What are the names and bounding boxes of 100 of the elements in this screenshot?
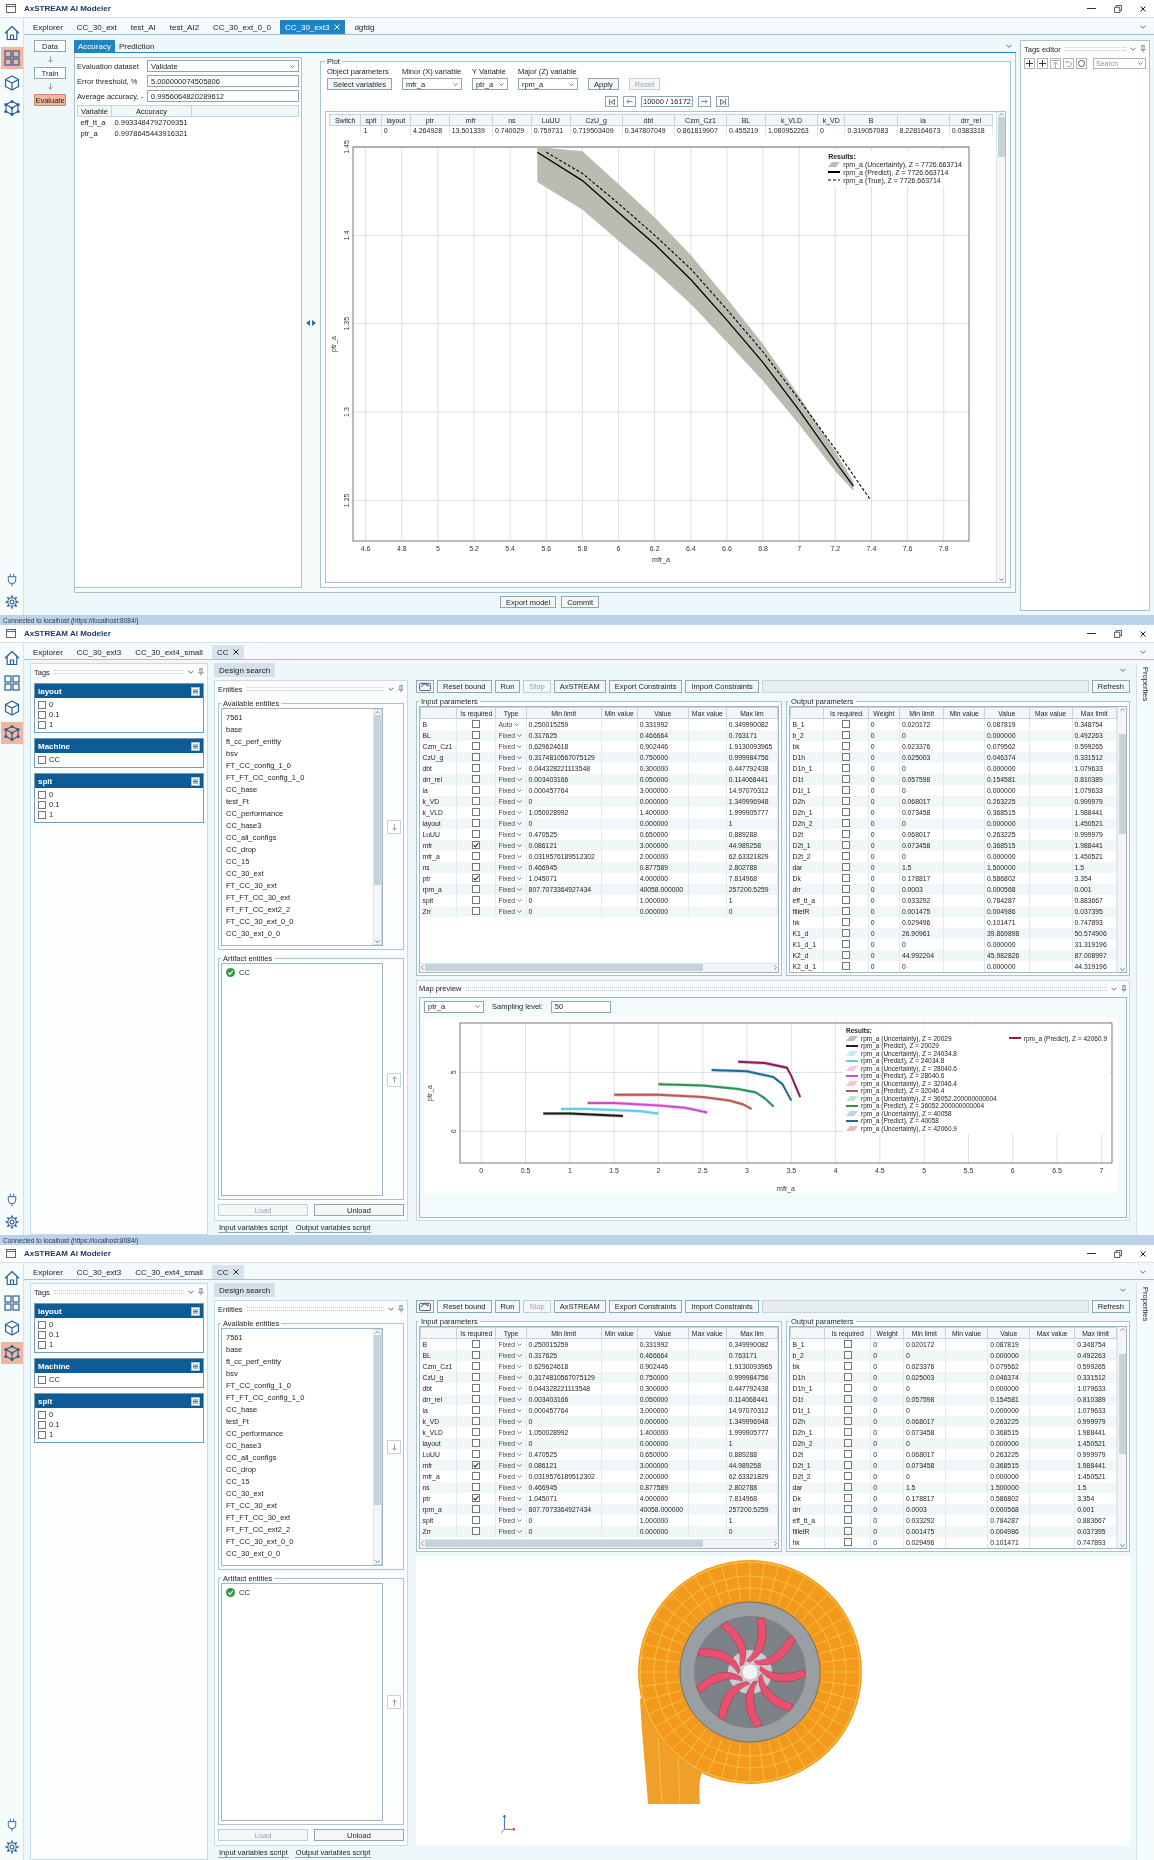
checkbox[interactable] [843,1439,852,1448]
checkbox[interactable] [472,1384,481,1393]
checkbox[interactable] [38,720,46,729]
scrollbar-thumb[interactable] [425,964,703,971]
caret-down-icon[interactable] [1119,1543,1125,1547]
checkbox[interactable] [843,1538,852,1547]
checkbox[interactable] [842,753,851,762]
checkbox[interactable] [38,710,46,719]
chevron-down-icon[interactable] [1140,650,1146,654]
caret-up-icon[interactable] [1119,708,1125,711]
chevron-down-icon[interactable] [1120,1288,1126,1292]
chevron-down-icon[interactable] [388,1307,394,1311]
collapse-icon[interactable] [191,1361,200,1371]
tab[interactable]: test_AI2 [164,20,205,34]
scrollbar-thumb[interactable] [1118,734,1126,834]
chevron-down-icon[interactable] [188,670,194,674]
checkbox[interactable] [842,885,851,894]
checkbox[interactable] [38,1430,46,1439]
tab[interactable]: CC [211,645,245,659]
checkbox[interactable] [38,1330,46,1339]
checkbox[interactable] [38,790,46,799]
pin-icon[interactable] [1140,45,1146,53]
checkbox[interactable] [843,1494,852,1503]
checkbox[interactable] [472,1406,481,1415]
chevron-down-icon[interactable] [188,1290,194,1294]
caret-left-icon[interactable] [421,965,424,970]
checkbox[interactable] [472,1340,481,1349]
toolbar-button[interactable] [416,680,434,693]
settings-icon[interactable] [4,1840,19,1854]
close-icon[interactable] [1140,630,1146,637]
caret-down-icon[interactable] [375,1560,380,1563]
checkbox[interactable] [842,731,851,740]
checkbox[interactable] [472,1483,481,1492]
caret-up-icon[interactable] [998,113,1004,116]
checkbox[interactable] [472,742,481,751]
checkbox[interactable] [843,1516,852,1525]
checkbox[interactable] [843,1395,852,1404]
checkbox[interactable] [472,1351,481,1360]
checkbox[interactable] [472,885,481,894]
checkbox[interactable] [843,1417,852,1426]
chevron-down-icon[interactable] [1140,1270,1146,1274]
settings-icon[interactable] [4,595,19,609]
tab[interactable]: Accuracy [74,40,115,52]
collapse-icon[interactable] [191,1306,200,1316]
checkbox[interactable] [472,1505,481,1514]
tab[interactable]: dgfdg [349,20,380,34]
tool-button[interactable] [1024,58,1035,69]
tab[interactable]: CC [211,1265,245,1279]
checkbox[interactable] [842,742,851,751]
tab[interactable]: CC_30_ext [71,20,122,34]
checkbox[interactable] [843,1384,852,1393]
checkbox[interactable] [472,819,481,828]
checkbox[interactable] [472,841,481,850]
chevron-down-icon[interactable] [1111,986,1117,991]
tab[interactable]: Design search [214,663,276,677]
checkbox[interactable] [843,1461,852,1470]
checkbox[interactable] [472,1395,481,1404]
checkbox[interactable] [842,808,851,817]
checkbox[interactable] [842,896,851,905]
checkbox[interactable] [842,797,851,806]
checkbox[interactable] [472,1362,481,1371]
checkbox[interactable] [842,863,851,872]
previous-button[interactable] [623,96,636,107]
caret-down-icon[interactable] [998,578,1004,581]
collapse-icon[interactable] [191,686,200,696]
pin-icon[interactable] [398,1305,404,1313]
checkbox[interactable] [472,896,481,905]
checkbox[interactable] [472,1516,481,1525]
checkbox[interactable] [843,1450,852,1459]
tab[interactable]: CC_30_ext_0_0 [208,20,276,34]
caret-up-icon[interactable] [375,711,380,714]
plug-icon[interactable] [6,573,17,587]
caret-left-icon[interactable] [421,1541,424,1546]
checkbox[interactable] [472,753,481,762]
checkbox[interactable] [472,731,481,740]
close-icon[interactable] [1140,1250,1146,1257]
nav-button[interactable] [0,1342,23,1364]
horizontal-scrollbar[interactable] [420,1538,778,1548]
checkbox[interactable] [842,951,851,960]
checkbox[interactable] [472,808,481,817]
checkbox[interactable] [472,786,481,795]
checkbox[interactable] [38,1375,46,1384]
caret-down-icon[interactable] [375,940,380,943]
scrollbar-thumb[interactable] [1118,1354,1126,1454]
checkbox[interactable] [842,819,851,828]
chevron-down-icon[interactable] [1006,44,1012,48]
checkbox[interactable] [472,907,481,916]
tab[interactable]: Explorer [28,20,68,34]
chevron-down-icon[interactable] [1140,25,1146,29]
checkbox[interactable] [38,755,46,764]
tab[interactable]: CC_30_ext3 [71,645,127,659]
close-icon[interactable] [1140,5,1146,12]
triangle-right-icon[interactable] [312,319,316,326]
pin-icon[interactable] [198,668,204,676]
checkbox[interactable] [472,1527,481,1536]
collapse-icon[interactable] [191,776,200,786]
last-page-button[interactable] [716,96,729,107]
caret-up-icon[interactable] [375,1331,380,1334]
scrollbar-thumb[interactable] [997,117,1005,157]
checkbox[interactable] [843,1362,852,1371]
